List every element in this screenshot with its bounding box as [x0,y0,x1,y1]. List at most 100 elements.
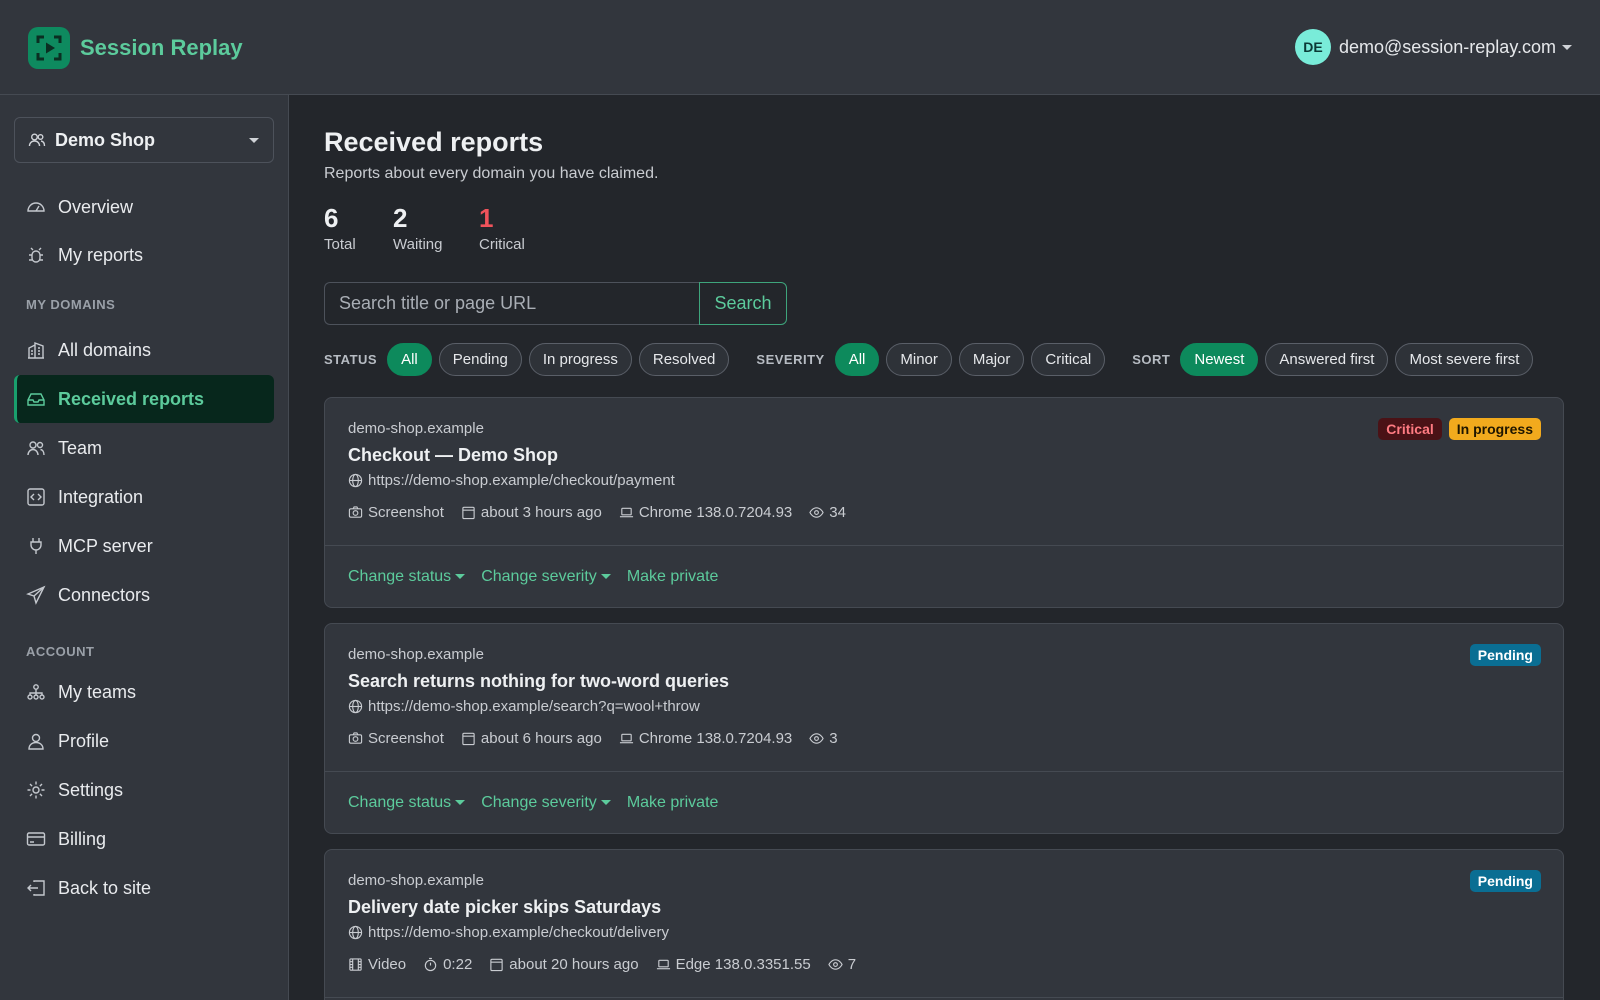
report-title[interactable]: Search returns nothing for two-word quer… [348,671,729,692]
bug-icon [26,245,46,265]
sidebar-item-label: Team [58,437,103,458]
sidebar-item-back-to-site[interactable]: Back to site [14,864,274,912]
sort-chip-answered-first[interactable]: Answered first [1265,342,1389,376]
report-url[interactable]: https://demo-shop.example/checkout/payme… [348,472,675,489]
report-domain: demo-shop.example [348,646,484,663]
report-card[interactable]: demo-shop.example Checkout — Demo Shop h… [324,397,1564,608]
sidebar-item-label: My reports [58,244,144,265]
stat-value: 6 [324,203,339,233]
search-button[interactable]: Search [699,282,787,325]
report-actions: Change status Change severity Make priva… [325,771,1563,833]
chevron-down-icon [1562,44,1572,50]
sidebar-item-label: Received reports [58,388,205,409]
eye-icon [828,959,843,970]
report-card[interactable]: demo-shop.example Delivery date picker s… [324,849,1564,1000]
report-actions: Change status Change severity Make priva… [325,545,1563,607]
chevron-down-icon [455,574,466,579]
sidebar-item-integration[interactable]: Integration [14,473,274,521]
meta-browser: Edge 138.0.3351.55 [656,956,811,973]
sort-chip-most-severe-first[interactable]: Most severe first [1395,342,1534,376]
sidebar-item-team[interactable]: Team [14,424,274,472]
eye-icon [809,733,824,744]
severity-chip-minor[interactable]: Minor [886,342,952,376]
filter-label-status: STATUS [324,351,378,367]
camera-icon [348,732,363,744]
meta-views: 34 [809,504,846,521]
sidebar-item-label: Profile [58,730,110,751]
meta-time: about 6 hours ago [461,730,602,747]
meta-media: Screenshot [348,504,444,521]
change-severity-button[interactable]: Change severity [481,568,611,586]
report-meta: Video 0:22 about 20 hours ago Edge 138.0… [348,956,873,973]
change-severity-button[interactable]: Change severity [481,794,611,812]
meta-browser: Chrome 138.0.7204.93 [619,730,792,747]
top-bar: Session Replay DE demo@session-replay.co… [0,0,1600,95]
sidebar-item-mcp-server[interactable]: MCP server [14,522,274,570]
stat-label: Critical [479,236,525,253]
severity-badge: Critical [1378,418,1442,440]
sidebar-item-label: Integration [58,486,144,507]
sort-chip-newest[interactable]: Newest [1180,342,1259,376]
make-private-button[interactable]: Make private [627,568,719,586]
status-badge: Pending [1469,644,1541,666]
sidebar-item-connectors[interactable]: Connectors [14,571,274,619]
severity-chip-critical[interactable]: Critical [1031,342,1106,376]
laptop-icon [619,733,633,744]
change-status-button[interactable]: Change status [348,568,466,586]
logo-icon [28,27,70,69]
make-private-button[interactable]: Make private [627,794,719,812]
status-badge: In progress [1448,418,1541,440]
chevron-down-icon [249,138,259,143]
status-chip-all[interactable]: All [387,342,432,376]
sidebar-item-my-reports[interactable]: My reports [14,231,274,279]
sidebar-item-overview[interactable]: Overview [14,183,274,231]
sidebar-item-all-domains[interactable]: All domains [14,326,274,374]
chevron-down-icon [455,800,466,805]
report-domain: demo-shop.example [348,872,484,889]
calendar-icon [490,958,503,972]
page-subtitle: Reports about every domain you have clai… [324,165,659,182]
sidebar-item-label: Settings [58,779,124,800]
status-badge: Pending [1469,870,1541,892]
calendar-icon [462,506,475,520]
users-icon [27,130,47,150]
report-url[interactable]: https://demo-shop.example/checkout/deliv… [348,924,669,941]
status-chip-pending[interactable]: Pending [438,342,522,376]
meta-views: 7 [828,956,856,973]
globe-icon [348,699,363,714]
report-title[interactable]: Delivery date picker skips Saturdays [348,897,661,918]
search-input[interactable] [324,282,699,325]
report-card[interactable]: demo-shop.example Search returns nothing… [324,623,1564,834]
user-icon [26,731,46,751]
stat-value: 1 [479,203,494,233]
sidebar-item-received-reports[interactable]: Received reports [14,375,274,423]
change-status-button[interactable]: Change status [348,794,466,812]
sidebar-item-my-teams[interactable]: My teams [14,668,274,716]
report-title[interactable]: Checkout — Demo Shop [348,445,558,466]
severity-chip-major[interactable]: Major [958,342,1025,376]
code-icon [26,487,46,507]
sidebar-item-label: Billing [58,828,107,849]
meta-media: Video [348,956,406,973]
meta-time: about 20 hours ago [489,956,639,973]
status-chip-resolved[interactable]: Resolved [638,342,730,376]
sidebar-item-label: Back to site [58,877,152,898]
users-icon [26,438,46,458]
page-title: Received reports [324,127,544,157]
severity-chip-all[interactable]: All [834,342,880,376]
stat-critical: 1 Critical [479,203,525,253]
user-menu[interactable]: DE demo@session-replay.com [1294,29,1572,65]
eye-icon [809,507,824,518]
calendar-icon [462,732,475,746]
project-switcher[interactable]: Demo Shop [14,117,274,163]
sidebar-item-profile[interactable]: Profile [14,717,274,765]
sidebar-item-settings[interactable]: Settings [14,766,274,814]
brand[interactable]: Session Replay [28,27,243,69]
gauge-icon [26,197,46,217]
sidebar-item-billing[interactable]: Billing [14,815,274,863]
camera-icon [348,506,363,518]
report-url[interactable]: https://demo-shop.example/search?q=wool+… [348,698,700,715]
film-icon [349,958,362,971]
credit-card-icon [26,829,46,849]
status-chip-in-progress[interactable]: In progress [528,342,632,376]
